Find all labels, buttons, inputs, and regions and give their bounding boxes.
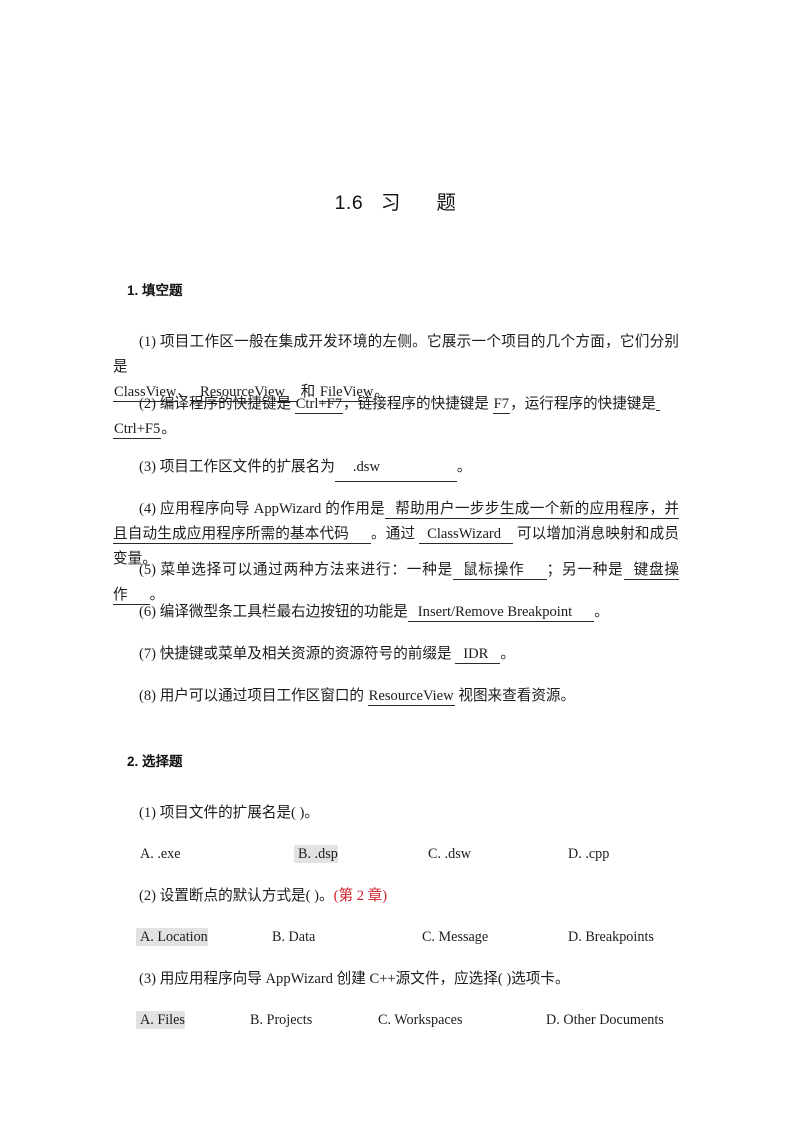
answer-blank-f7: F7 [492, 396, 511, 414]
fill-question-3: (3) 项目工作区文件的扩展名为 .dsw。 [113, 455, 679, 482]
choice-label-b: B. Data [272, 929, 316, 945]
question-number: (7) [139, 646, 157, 662]
choice-option-c[interactable]: C. .dsw [428, 843, 568, 865]
answer-blank-classwizard: ClassWizard [419, 526, 514, 544]
question-text-a: 用户可以通过项目工作区窗口的 [159, 688, 368, 704]
choice-option-a[interactable]: A. Files [136, 1009, 250, 1031]
period-7: 。 [500, 646, 515, 662]
question-number: (8) [139, 688, 157, 704]
fill-question-6: (6) 编译微型条工具栏最右边按钮的功能是 Insert/Remove Break… [113, 600, 679, 625]
question-text: 项目工作区一般在集成开发环境的左侧。它展示一个项目的几个方面，它们分别是 [113, 334, 679, 375]
choice-label-b: B. .dsp [294, 845, 338, 863]
fill-question-7: (7) 快捷键或菜单及相关资源的资源符号的前缀是 IDR。 [113, 642, 679, 667]
question-number: (6) [139, 604, 157, 620]
choice-question-3: (3) 用应用程序向导 AppWizard 创建 C++源文件，应选择( )选项… [139, 967, 679, 992]
question-number: (2) [139, 396, 157, 412]
question-text: 设置断点的默认方式是( )。 [159, 888, 334, 904]
choice-row-1: A. .exe B. .dsp C. .dsw D. .cpp [140, 843, 685, 865]
choice-label-a: A. .exe [140, 846, 181, 862]
choice-label-c: C. Workspaces [378, 1012, 463, 1028]
question-number: (5) [139, 562, 157, 578]
choice-option-b[interactable]: B. .dsp [294, 843, 428, 865]
question-text: 快捷键或菜单及相关资源的资源符号的前缀是 [159, 646, 456, 662]
answer-blank-dsw: .dsw [334, 455, 457, 482]
choice-question-2: (2) 设置断点的默认方式是( )。(第 2 章) [139, 884, 679, 909]
fill-question-2: (2) 编译程序的快捷键是 Ctrl+F7，链接程序的快捷键是 F7，运行程序的… [113, 392, 679, 442]
question-text: 用应用程序向导 AppWizard 创建 C++源文件，应选择( )选项卡。 [159, 971, 570, 987]
question-number: (1) [139, 805, 157, 821]
choice-option-c[interactable]: C. Workspaces [378, 1009, 546, 1031]
choice-option-d[interactable]: D. .cpp [568, 843, 609, 865]
choice-option-a[interactable]: A. Location [136, 926, 272, 948]
line-end-underline [656, 396, 661, 411]
period-6: 。 [594, 604, 609, 620]
choice-option-d[interactable]: D. Breakpoints [568, 926, 654, 948]
section-heading-multiple-choice: 2. 选择题 [127, 754, 183, 769]
question-text-b: ；另一种是 [546, 562, 624, 578]
choice-row-2: A. Location B. Data C. Message D. Breakpoin… [136, 926, 685, 948]
question-text: 项目工作区文件的扩展名为 [159, 459, 335, 475]
choice-option-b[interactable]: B. Data [272, 926, 422, 948]
question-text-b: ，链接程序的快捷键是 [343, 396, 493, 412]
document-page: 1.6 习 题 1. 填空题 (1) 项目工作区一般在集成开发环境的左侧。它展示… [0, 0, 793, 1122]
choice-option-a[interactable]: A. .exe [140, 843, 298, 865]
choice-label-a: A. Files [136, 1011, 185, 1029]
question-number: (1) [139, 334, 157, 350]
choice-label-b: B. Projects [250, 1012, 313, 1028]
answer-blank-idr: IDR [455, 646, 501, 664]
choice-option-c[interactable]: C. Message [422, 926, 568, 948]
question-text: 编译微型条工具栏最右边按钮的功能是 [159, 604, 408, 620]
question-text: 项目文件的扩展名是( )。 [159, 805, 319, 821]
choice-label-d: D. Other Documents [546, 1012, 664, 1028]
question-text-b: 视图来查看资源。 [454, 688, 576, 704]
question-number: (2) [139, 888, 157, 904]
choice-label-d: D. .cpp [568, 846, 610, 862]
page-title: 1.6 习 题 [334, 192, 457, 214]
choice-label-d: D. Breakpoints [568, 929, 654, 945]
fill-question-8: (8) 用户可以通过项目工作区窗口的 ResourceView 视图来查看资源。 [113, 684, 679, 709]
question-text-a: 编译程序的快捷键是 [159, 396, 295, 412]
question-text-b: 。通过 [371, 526, 420, 542]
question-number: (4) [139, 501, 157, 517]
choice-option-b[interactable]: B. Projects [250, 1009, 378, 1031]
answer-blank-resourceview: ResourceView [367, 688, 455, 706]
choice-question-1: (1) 项目文件的扩展名是( )。 [139, 801, 679, 826]
answer-blank-mouse: 鼠标操作 [453, 562, 547, 580]
section-heading-fill-in-blank: 1. 填空题 [127, 283, 183, 298]
question-text-a: 菜单选择可以通过两种方法来进行：一种是 [160, 562, 453, 578]
period-3: 。 [456, 459, 472, 475]
choice-label-a: A. Location [136, 928, 208, 946]
chapter-note: (第 2 章) [333, 888, 388, 904]
choice-label-c: C. Message [422, 929, 489, 945]
choice-option-d[interactable]: D. Other Documents [546, 1009, 664, 1031]
question-number: (3) [139, 459, 157, 475]
question-text-c: ，运行程序的快捷键是 [510, 396, 657, 412]
choice-row-3: A. Files B. Projects C. Workspaces D. Other… [136, 1009, 685, 1031]
answer-blank-ctrl-f5: Ctrl+F5 [113, 421, 162, 439]
choice-label-c: C. .dsw [428, 846, 471, 862]
answer-blank-ctrl-f7: Ctrl+F7 [294, 396, 344, 414]
question-text-a: 应用程序向导 AppWizard 的作用是 [160, 501, 386, 517]
answer-blank-breakpoint: Insert/Remove Breakpoint [407, 604, 595, 622]
question-number: (3) [139, 971, 157, 987]
period-2: 。 [161, 421, 176, 437]
